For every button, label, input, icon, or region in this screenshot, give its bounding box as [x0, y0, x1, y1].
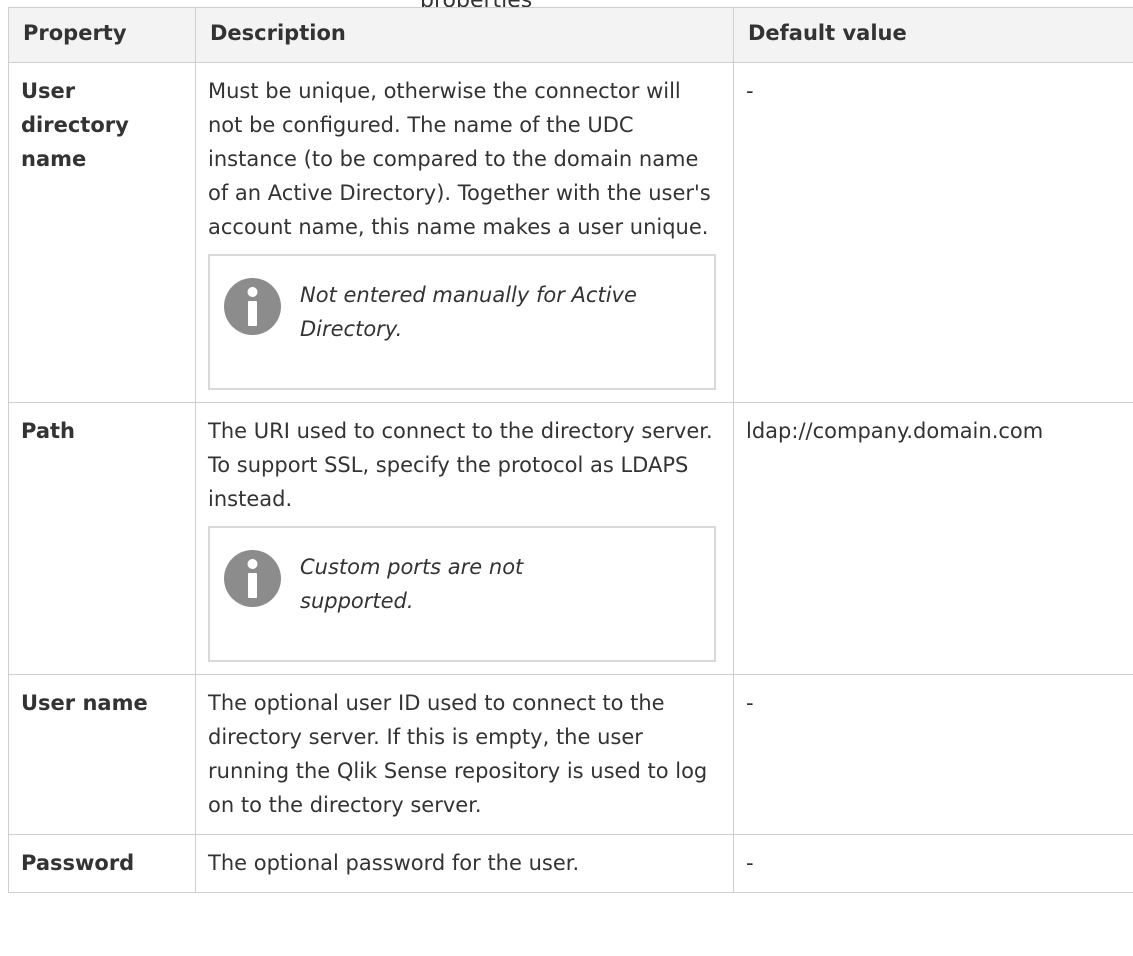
default-value: - — [746, 851, 754, 875]
info-icon — [224, 550, 281, 607]
default-value-cell: - — [733, 834, 1133, 893]
description-text: The URI used to connect to the directory… — [208, 419, 713, 511]
header-description: Description — [195, 7, 734, 63]
description-cell: Must be unique, otherwise the connector … — [195, 62, 734, 403]
property-name: Path — [21, 419, 75, 443]
header-default-value: Default value — [733, 7, 1133, 63]
property-cell: Path — [8, 402, 196, 675]
note-text: Custom ports are not supported. — [300, 555, 524, 613]
default-value: ldap://company.domain.com — [746, 419, 1044, 443]
property-name: Password — [21, 851, 135, 875]
header-property: Property — [8, 7, 196, 63]
property-cell: Password — [8, 834, 196, 893]
description-cell: The optional user ID used to connect to … — [195, 674, 734, 835]
description-cell: The URI used to connect to the directory… — [195, 402, 734, 675]
description-text: The optional password for the user. — [208, 851, 580, 875]
table-header-row: Property Description Default value — [8, 7, 1133, 63]
property-cell: User directory name — [8, 62, 196, 403]
info-icon — [224, 278, 281, 335]
property-name: User name — [21, 691, 148, 715]
note-text: Not entered manually for Active Director… — [300, 283, 637, 341]
description-text: Must be unique, otherwise the connector … — [208, 79, 711, 239]
description-cell: The optional password for the user. — [195, 834, 734, 893]
note-box: Not entered manually for Active Director… — [208, 254, 716, 390]
properties-table: Property Description Default value User … — [8, 7, 1133, 893]
property-name: User directory name — [21, 79, 129, 171]
default-value: - — [746, 691, 754, 715]
description-text: The optional user ID used to connect to … — [208, 691, 708, 817]
property-cell: User name — [8, 674, 196, 835]
table-row: Password The optional password for the u… — [8, 834, 1133, 893]
note-box: Custom ports are not supported. — [208, 526, 716, 662]
table-row: User name The optional user ID used to c… — [8, 674, 1133, 835]
table-row: Path The URI used to connect to the dire… — [8, 402, 1133, 675]
default-value-cell: ldap://company.domain.com — [733, 402, 1133, 675]
default-value-cell: - — [733, 62, 1133, 403]
default-value: - — [746, 79, 754, 103]
table-row: User directory name Must be unique, othe… — [8, 62, 1133, 403]
default-value-cell: - — [733, 674, 1133, 835]
